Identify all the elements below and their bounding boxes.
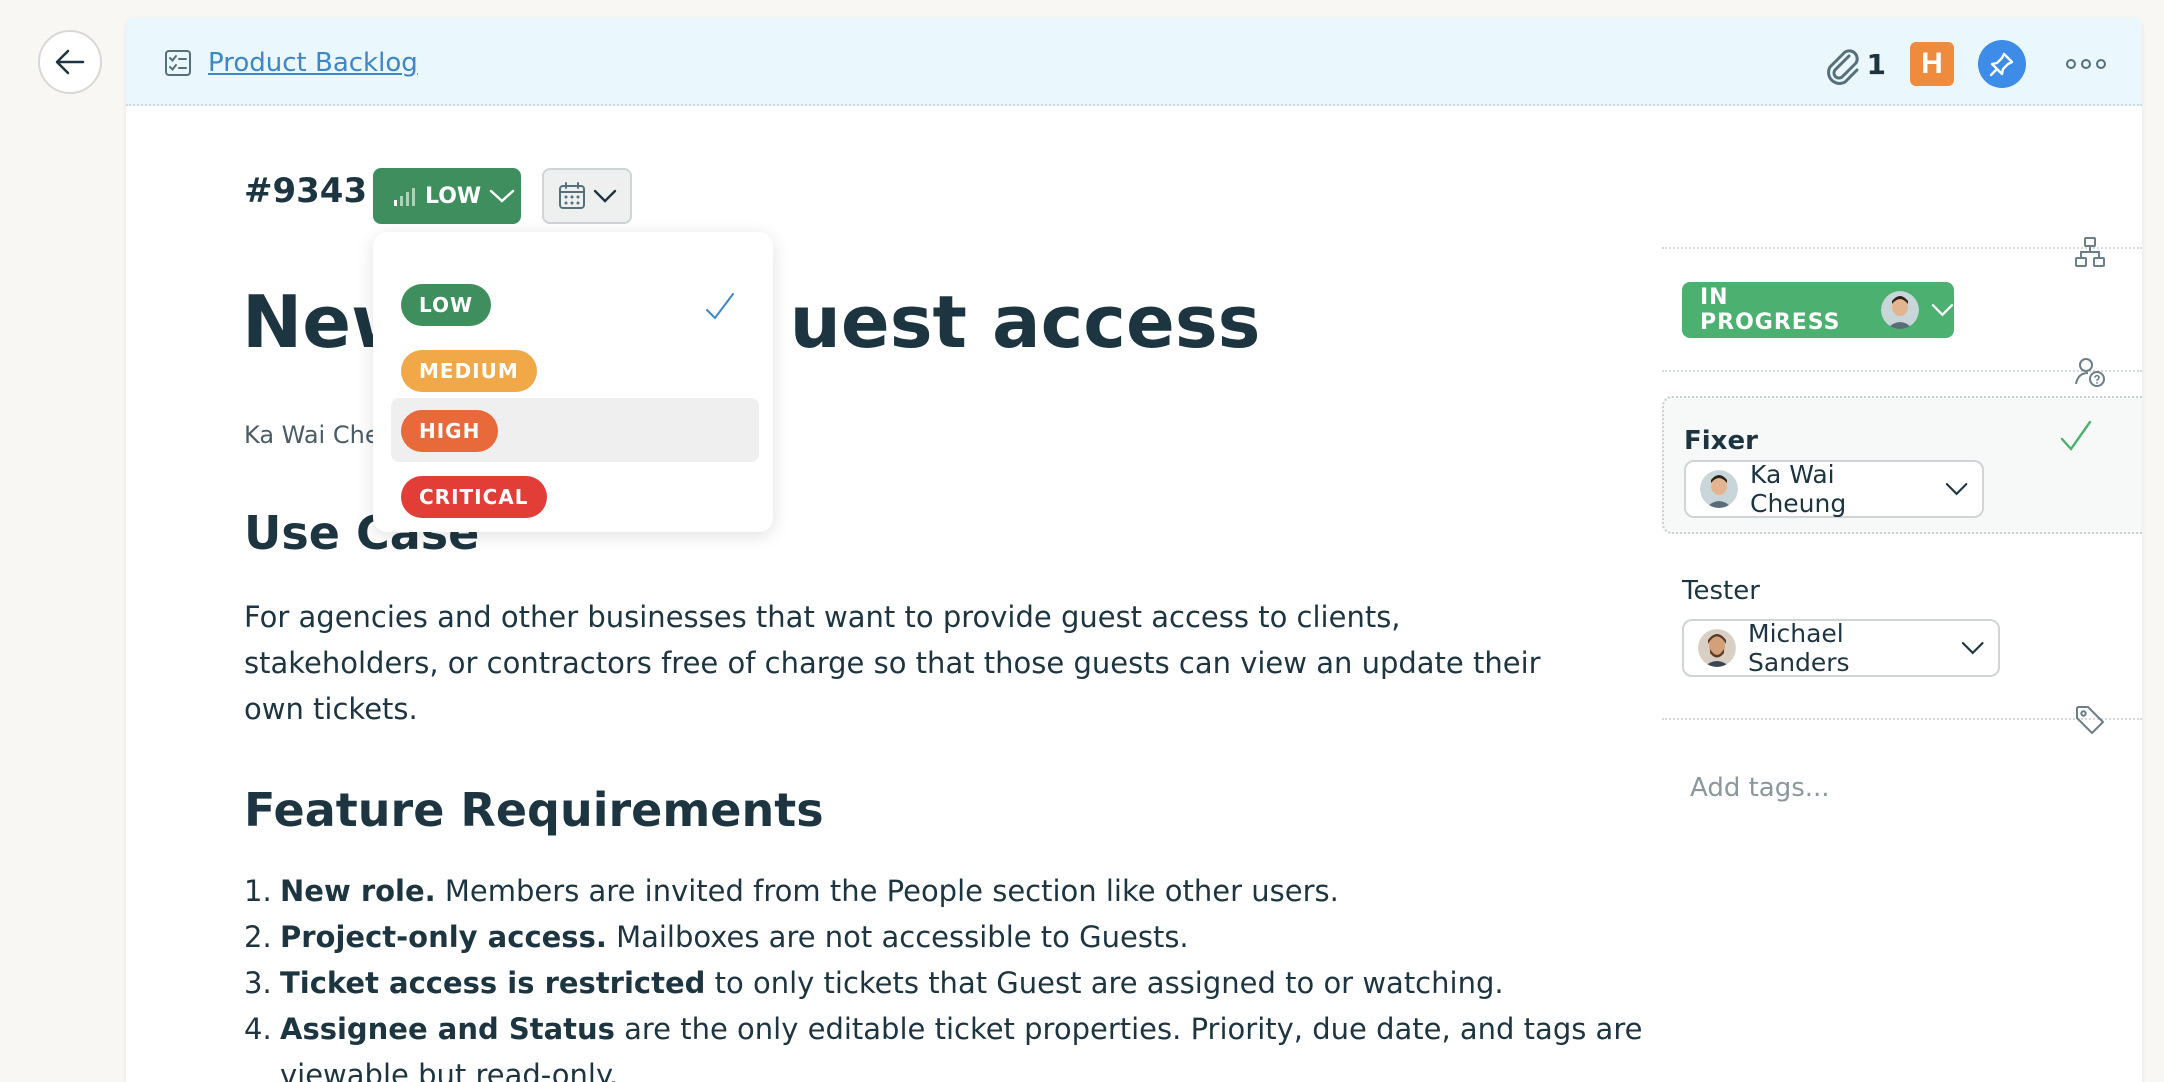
list-item-number: 1. — [244, 874, 272, 908]
list-item: 2. Project-only access. Mailboxes are no… — [244, 914, 1644, 960]
divider — [1662, 247, 2142, 249]
chevron-down-icon — [593, 189, 617, 203]
divider — [1662, 370, 2142, 372]
user-question-icon[interactable] — [2074, 356, 2106, 388]
divider — [1662, 718, 2142, 720]
list-item-number: 4. — [244, 1012, 272, 1046]
avatar — [1698, 629, 1736, 667]
fixer-assignee-dropdown[interactable]: Ka Wai Cheung — [1684, 460, 1984, 518]
breadcrumb-project-link[interactable]: Product Backlog — [208, 48, 418, 78]
requirements-list: 1. New role. Members are invited from th… — [244, 868, 1644, 1082]
priority-option-high[interactable]: HIGH — [391, 398, 759, 462]
priority-pill-low: LOW — [401, 284, 492, 326]
calendar-icon — [559, 182, 585, 209]
list-item-number: 3. — [244, 966, 272, 1000]
avatar — [1700, 470, 1738, 508]
checkmark-icon — [706, 293, 734, 320]
tester-label: Tester — [1682, 576, 1760, 606]
list-item-text: New role. Members are invited from the P… — [280, 868, 1339, 914]
tag-icon[interactable] — [2074, 704, 2106, 736]
list-item-rest: Members are invited from the People sect… — [435, 874, 1339, 908]
priority-pill-critical: CRITICAL — [401, 476, 547, 518]
back-button[interactable] — [38, 30, 102, 94]
chevron-down-icon — [1961, 642, 1984, 655]
status-label: IN PROGRESS — [1700, 285, 1841, 335]
list-item-bold: Assignee and Status — [280, 1012, 615, 1046]
list-item-bold: New role. — [280, 874, 436, 908]
fixer-assignment-box: Fixer Ka Wai Cheung — [1662, 396, 2142, 534]
list-item: 4. Assignee and Status are the only edit… — [244, 1006, 1644, 1082]
status-dropdown-button[interactable]: IN PROGRESS — [1682, 282, 1954, 338]
fixer-label: Fixer — [1684, 426, 1758, 456]
ticket-card: Product Backlog 1 H #9343 LOW New uest a… — [126, 18, 2142, 1082]
priority-option-low[interactable]: LOW — [391, 272, 759, 336]
priority-menu: LOW MEDIUM HIGH CRITICAL — [373, 232, 773, 532]
fixer-name: Ka Wai Cheung — [1750, 460, 1847, 518]
priority-dropdown-button[interactable]: LOW — [373, 168, 521, 224]
list-item: 1. New role. Members are invited from th… — [244, 868, 1644, 914]
list-item-rest: Mailboxes are not accessible to Guests. — [606, 920, 1189, 954]
ticket-sidebar: IN PROGRESS Fixer Ka Wai Cheung Tester M… — [1662, 18, 2142, 1082]
priority-pill-high: HIGH — [401, 410, 499, 452]
checkmark-icon[interactable] — [2058, 418, 2094, 454]
priority-pill-medium: MEDIUM — [401, 350, 537, 392]
due-date-button[interactable] — [542, 168, 632, 224]
priority-label: LOW — [425, 183, 482, 209]
list-item-rest: to only tickets that Guest are assigned … — [705, 966, 1504, 1000]
list-item-text: Assignee and Status are the only editabl… — [280, 1006, 1644, 1082]
chevron-down-icon — [490, 189, 515, 203]
hierarchy-icon[interactable] — [2074, 236, 2106, 268]
list-item: 3. Ticket access is restricted to only t… — [244, 960, 1644, 1006]
signal-bars-icon — [394, 188, 415, 206]
chevron-down-icon — [1945, 483, 1968, 496]
ticket-title-end: uest access — [789, 280, 1261, 364]
feature-requirements-heading: Feature Requirements — [244, 783, 824, 837]
chevron-down-icon — [1931, 304, 1954, 317]
tester-assignee-dropdown[interactable]: Michael Sanders — [1682, 619, 2000, 677]
ticket-number: #9343 — [244, 171, 368, 211]
list-item-bold: Project-only access. — [280, 920, 607, 954]
tester-name: Michael Sanders — [1748, 619, 1850, 677]
list-item-text: Project-only access. Mailboxes are not a… — [280, 914, 1189, 960]
avatar — [1881, 291, 1920, 329]
add-tags-input[interactable] — [1690, 768, 2110, 808]
priority-option-medium[interactable]: MEDIUM — [391, 338, 759, 402]
breadcrumb: Product Backlog — [164, 48, 418, 78]
list-item-bold: Ticket access is restricted — [280, 966, 706, 1000]
list-item-text: Ticket access is restricted to only tick… — [280, 960, 1504, 1006]
use-case-body: For agencies and other businesses that w… — [244, 600, 1541, 726]
arrow-left-icon — [55, 49, 85, 75]
ticket-author: Ka Wai Che — [244, 421, 380, 449]
list-item-number: 2. — [244, 920, 272, 954]
checklist-icon — [165, 50, 191, 76]
priority-option-critical[interactable]: CRITICAL — [391, 464, 759, 528]
